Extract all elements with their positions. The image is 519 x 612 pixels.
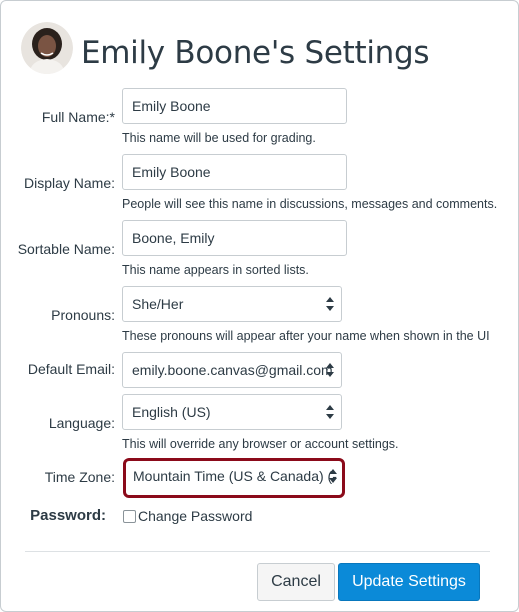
default-email-label: Default Email: [27, 361, 115, 377]
default-email-select[interactable]: emily.boone.canvas@gmail.com [122, 352, 342, 388]
full-name-hint: This name will be used for grading. [122, 131, 316, 145]
language-hint: This will override any browser or accoun… [122, 437, 399, 451]
cancel-button[interactable]: Cancel [257, 563, 335, 601]
up-down-arrows-icon [326, 297, 334, 311]
display-name-hint: People will see this name in discussions… [122, 197, 498, 211]
display-name-label: Display Name: [23, 175, 115, 191]
pronouns-value: She/Her [132, 296, 184, 312]
full-name-label: Full Name:* [41, 109, 115, 125]
sortable-name-input[interactable]: Boone, Emily [122, 220, 347, 256]
sortable-name-hint: This name appears in sorted lists. [122, 263, 309, 277]
change-password-checkbox[interactable] [123, 510, 136, 523]
up-down-arrows-icon [326, 363, 334, 377]
time-zone-value: Mountain Time (US & Canada) (- [133, 468, 337, 484]
default-email-value: emily.boone.canvas@gmail.com [132, 362, 333, 378]
page-title: Emily Boone's Settings [81, 35, 430, 71]
password-label: Password: [30, 507, 106, 524]
time-zone-label: Time Zone: [44, 469, 115, 485]
language-label: Language: [48, 415, 115, 431]
up-down-arrows-icon [329, 469, 337, 483]
avatar [21, 22, 73, 74]
language-value: English (US) [132, 404, 211, 420]
pronouns-select[interactable]: She/Her [122, 286, 342, 322]
pronouns-label: Pronouns: [51, 307, 115, 323]
change-password-label[interactable]: Change Password [138, 508, 252, 524]
sortable-name-label: Sortable Name: [17, 241, 115, 257]
display-name-input[interactable]: Emily Boone [122, 154, 347, 190]
language-select[interactable]: English (US) [122, 394, 342, 430]
pronouns-hint: These pronouns will appear after your na… [122, 329, 490, 343]
full-name-input[interactable]: Emily Boone [122, 88, 347, 124]
settings-dialog: Emily Boone's Settings Full Name:* Emily… [0, 0, 519, 612]
up-down-arrows-icon [326, 405, 334, 419]
divider [25, 551, 490, 552]
time-zone-select[interactable]: Mountain Time (US & Canada) (- [123, 458, 345, 498]
update-settings-button[interactable]: Update Settings [338, 563, 480, 601]
